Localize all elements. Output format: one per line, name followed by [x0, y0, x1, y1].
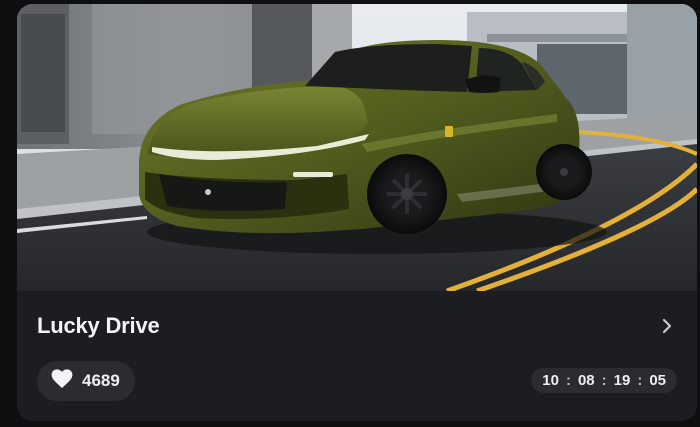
chevron-right-icon[interactable]	[657, 316, 677, 336]
timer-separator: :	[637, 372, 643, 389]
countdown-timer: 10 : 08 : 19 : 05	[531, 368, 677, 393]
timer-hours: 10	[542, 372, 559, 389]
heart-icon	[51, 368, 73, 394]
card-title: Lucky Drive	[37, 313, 160, 338]
timer-separator: :	[601, 372, 607, 389]
timer-minutes: 08	[577, 372, 595, 389]
timer-frames: 05	[649, 372, 666, 389]
car-photo	[17, 4, 697, 291]
like-count: 4689	[82, 371, 120, 390]
timer-seconds: 19	[613, 372, 631, 389]
hero-image[interactable]	[17, 4, 697, 291]
timer-separator: :	[565, 372, 571, 389]
like-button[interactable]: 4689	[37, 361, 135, 401]
post-card[interactable]: Lucky Drive 4689 10 : 08 : 19 : 05	[17, 4, 697, 421]
title-row[interactable]: Lucky Drive	[37, 311, 677, 341]
